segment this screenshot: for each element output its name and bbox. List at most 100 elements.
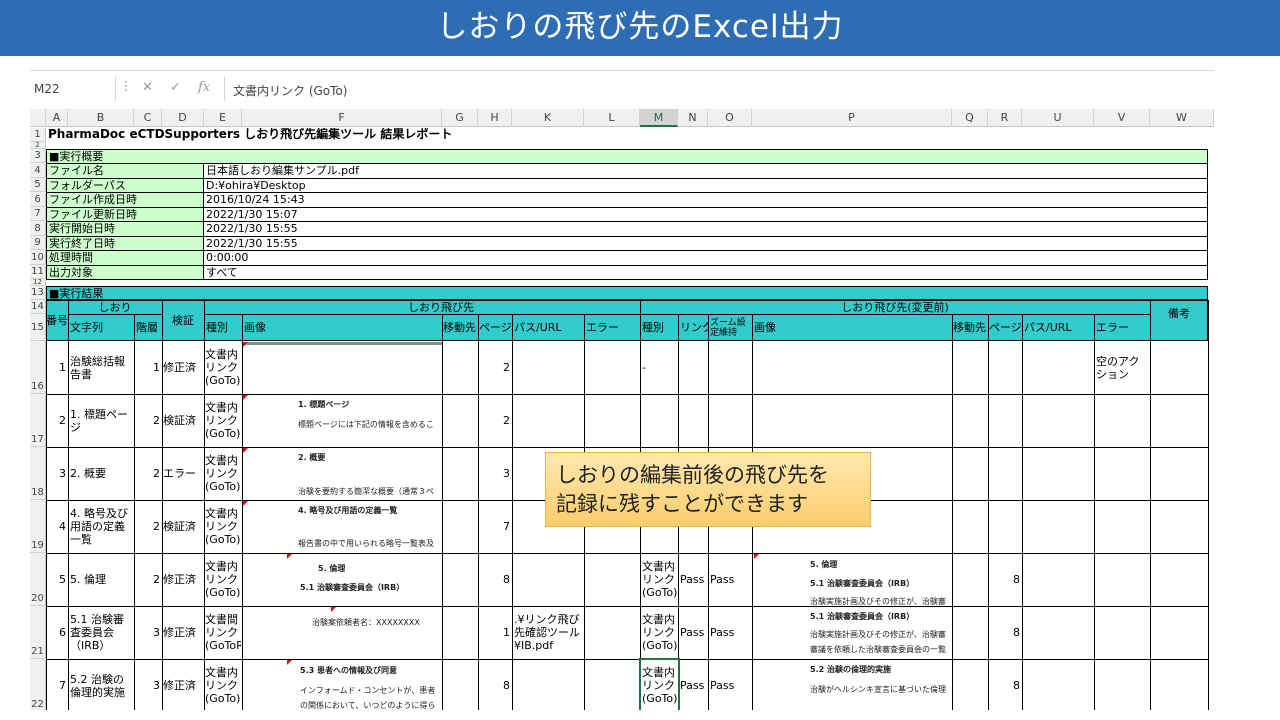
column-header-selected[interactable]: M xyxy=(640,109,678,127)
row-header[interactable]: 5 xyxy=(30,178,46,192)
verify-status[interactable]: 修正済 xyxy=(163,606,204,659)
row-no[interactable]: 4 xyxy=(46,500,67,553)
summary-value[interactable]: D:¥ohira¥Desktop xyxy=(204,179,1208,193)
dest-page[interactable]: 2 xyxy=(478,341,511,394)
row-header[interactable]: 21 xyxy=(30,606,46,659)
bookmark-level[interactable]: 2 xyxy=(134,500,161,553)
row-header[interactable]: 10 xyxy=(30,250,46,265)
row-header[interactable]: 2 xyxy=(30,141,46,149)
dest-type[interactable]: 文書内リンク(GoTo) xyxy=(205,659,241,710)
bookmark-text[interactable]: 1. 標題ページ xyxy=(70,394,132,447)
prev-type[interactable]: 文書内リンク(GoTo) xyxy=(642,553,678,606)
row-header[interactable]: 11 xyxy=(30,265,46,279)
selected-cell[interactable] xyxy=(639,658,680,710)
row-header[interactable]: 14 xyxy=(30,300,46,314)
bookmark-level[interactable]: 1 xyxy=(134,341,161,394)
summary-value[interactable]: すべて xyxy=(204,266,1208,280)
bookmark-text[interactable]: 5.2 治験の倫理的実施 xyxy=(70,659,132,710)
prev-zoom[interactable]: Pass xyxy=(710,553,752,606)
column-header[interactable]: U xyxy=(1022,109,1094,127)
verify-status[interactable]: 検証済 xyxy=(163,500,204,553)
column-header[interactable]: L xyxy=(584,109,640,127)
name-box[interactable]: M22 xyxy=(30,77,116,101)
prev-type[interactable]: 文書内リンク(GoTo) xyxy=(642,606,678,659)
row-header[interactable]: 8 xyxy=(30,221,46,236)
column-header[interactable]: V xyxy=(1094,109,1150,127)
row-header[interactable]: 1 xyxy=(30,128,46,142)
prev-type[interactable]: - xyxy=(642,341,678,394)
summary-value[interactable]: 2016/10/24 15:43 xyxy=(204,193,1208,208)
summary-value[interactable]: 2022/1/30 15:55 xyxy=(204,237,1208,251)
bookmark-text[interactable]: 4. 略号及び用語の定義一覧 xyxy=(70,500,132,553)
row-header[interactable]: 15 xyxy=(30,314,46,341)
prev-link[interactable]: Pass xyxy=(680,553,708,606)
column-header[interactable]: W xyxy=(1150,109,1214,127)
dest-type[interactable]: 文書内リンク(GoTo) xyxy=(205,447,241,500)
formula-input[interactable]: 文書内リンク (GoTo) xyxy=(224,77,1214,101)
bookmark-text[interactable]: 5.1 治験審査委員会（IRB） xyxy=(70,606,132,659)
row-header[interactable]: 22 xyxy=(30,659,46,710)
row-header[interactable]: 12 xyxy=(30,278,46,286)
row-header[interactable]: 16 xyxy=(30,341,46,394)
function-icon[interactable]: fx xyxy=(198,80,210,95)
column-header[interactable]: R xyxy=(988,109,1022,127)
cancel-icon[interactable]: ✕ xyxy=(142,80,153,95)
column-header[interactable]: E xyxy=(204,109,242,127)
row-header[interactable]: 9 xyxy=(30,236,46,250)
dest-path[interactable]: .¥リンク飛び先確認ツール¥IB.pdf xyxy=(514,606,584,659)
enter-icon[interactable]: ✓ xyxy=(170,80,181,95)
bookmark-text[interactable]: 5. 倫理 xyxy=(70,553,132,606)
row-header[interactable]: 17 xyxy=(30,394,46,447)
row-header[interactable]: 18 xyxy=(30,447,46,500)
dest-type[interactable]: 文書間リンク(GoToR) xyxy=(205,606,241,659)
bookmark-level[interactable]: 2 xyxy=(134,553,161,606)
dest-page[interactable]: 3 xyxy=(478,447,511,500)
column-header[interactable]: N xyxy=(678,109,708,127)
column-header[interactable]: P xyxy=(752,109,952,127)
summary-value[interactable]: 2022/1/30 15:55 xyxy=(204,222,1208,237)
dest-page[interactable]: 8 xyxy=(478,553,511,606)
prev-page[interactable]: 8 xyxy=(988,659,1021,710)
dest-type[interactable]: 文書内リンク(GoTo) xyxy=(205,500,241,553)
dest-type[interactable]: 文書内リンク(GoTo) xyxy=(205,394,241,447)
verify-status[interactable]: エラー xyxy=(163,447,204,500)
prev-link[interactable]: Pass xyxy=(680,606,708,659)
row-no[interactable]: 5 xyxy=(46,553,67,606)
row-no[interactable]: 7 xyxy=(46,659,67,710)
prev-link[interactable]: Pass xyxy=(680,659,708,710)
row-no[interactable]: 1 xyxy=(46,341,67,394)
column-header[interactable]: C xyxy=(134,109,162,127)
row-no[interactable]: 6 xyxy=(46,606,67,659)
select-all-corner[interactable] xyxy=(30,109,46,127)
column-header[interactable]: F xyxy=(242,109,442,127)
column-header[interactable]: B xyxy=(68,109,134,127)
column-header[interactable]: K xyxy=(512,109,584,127)
summary-value[interactable]: 0:00:00 xyxy=(204,251,1208,266)
more-options-icon[interactable]: ⋮ xyxy=(118,79,134,94)
summary-value[interactable]: 日本語しおり編集サンプル.pdf xyxy=(204,164,1208,179)
column-header[interactable]: O xyxy=(708,109,752,127)
verify-status[interactable]: 修正済 xyxy=(163,553,204,606)
row-header[interactable]: 20 xyxy=(30,553,46,606)
verify-status[interactable]: 検証済 xyxy=(163,394,204,447)
row-no[interactable]: 2 xyxy=(46,394,67,447)
column-header[interactable]: G xyxy=(442,109,478,127)
dest-page[interactable]: 1 xyxy=(478,606,511,659)
dest-type[interactable]: 文書内リンク(GoTo) xyxy=(205,341,241,394)
prev-error[interactable]: 空のアクション xyxy=(1096,341,1150,394)
row-header[interactable]: 7 xyxy=(30,207,46,221)
summary-value[interactable]: 2022/1/30 15:07 xyxy=(204,208,1208,222)
bookmark-level[interactable]: 2 xyxy=(134,394,161,447)
dest-page[interactable]: 8 xyxy=(478,659,511,710)
column-header[interactable]: A xyxy=(46,109,68,127)
verify-status[interactable]: 修正済 xyxy=(163,659,204,710)
prev-zoom[interactable]: Pass xyxy=(710,606,752,659)
row-no[interactable]: 3 xyxy=(46,447,67,500)
verify-status[interactable]: 修正済 xyxy=(163,341,204,394)
dest-type[interactable]: 文書内リンク(GoTo) xyxy=(205,553,241,606)
bookmark-level[interactable]: 3 xyxy=(134,606,161,659)
row-header[interactable]: 3 xyxy=(30,149,46,163)
bookmark-level[interactable]: 3 xyxy=(134,659,161,710)
column-header[interactable]: Q xyxy=(952,109,988,127)
row-header[interactable]: 4 xyxy=(30,163,46,178)
